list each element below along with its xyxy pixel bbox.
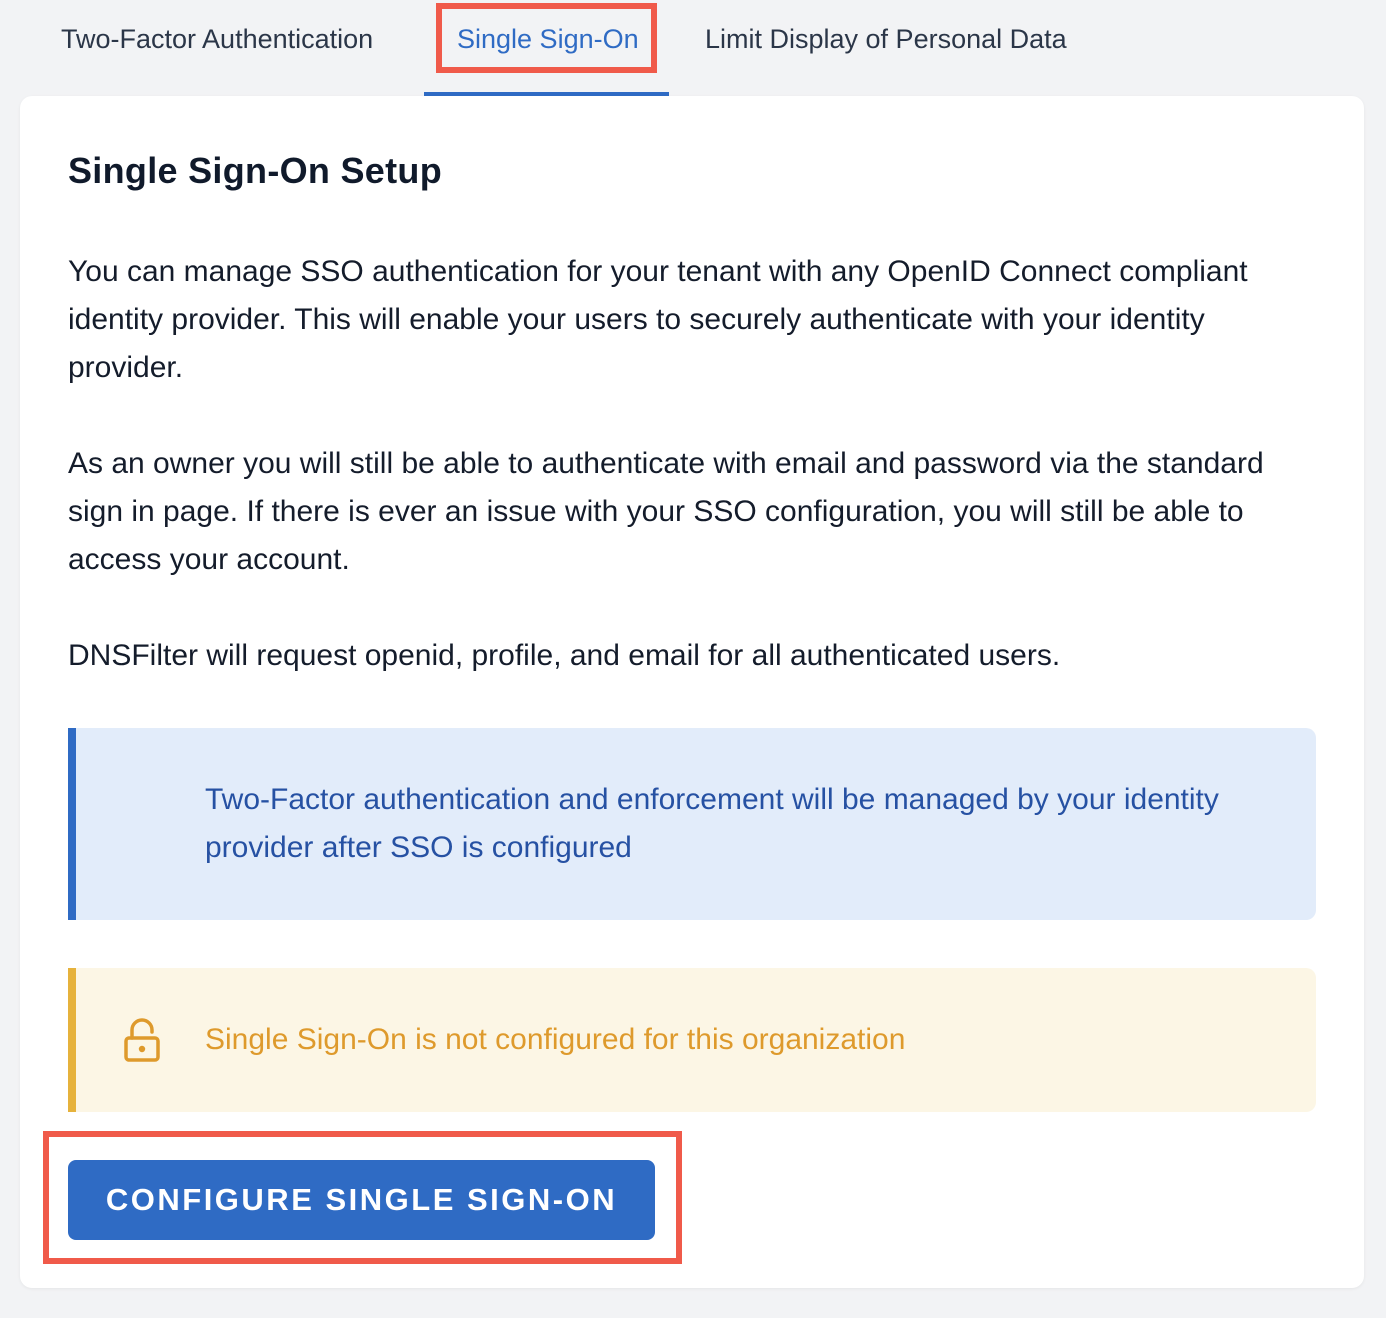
requested-scopes-paragraph: DNSFilter will request openid, profile, … xyxy=(68,639,1061,672)
tab-two-factor-authentication[interactable]: Two-Factor Authentication xyxy=(61,0,373,78)
info-alert: Two-Factor authentication and enforcemen… xyxy=(68,728,1316,920)
info-alert-text: Two-Factor authentication and enforcemen… xyxy=(205,783,1219,864)
configure-single-sign-on-button[interactable]: CONFIGURE SINGLE SIGN-ON xyxy=(68,1160,655,1240)
warning-alert: Single Sign-On is not configured for thi… xyxy=(68,968,1316,1112)
tab-bar: Two-Factor Authentication Single Sign-On… xyxy=(0,0,1386,96)
owner-access-paragraph: As an owner you will still be able to au… xyxy=(68,447,1264,576)
tab-single-sign-on[interactable]: Single Sign-On xyxy=(457,0,639,78)
sso-setup-card: Single Sign-On Setup You can manage SSO … xyxy=(20,96,1364,1288)
card-title: Single Sign-On Setup xyxy=(68,150,442,191)
lock-icon xyxy=(124,1018,160,1062)
tab-limit-display-personal-data[interactable]: Limit Display of Personal Data xyxy=(705,0,1067,78)
sso-description-paragraph: You can manage SSO authentication for yo… xyxy=(68,255,1248,384)
warning-alert-text: Single Sign-On is not configured for thi… xyxy=(205,1023,906,1056)
